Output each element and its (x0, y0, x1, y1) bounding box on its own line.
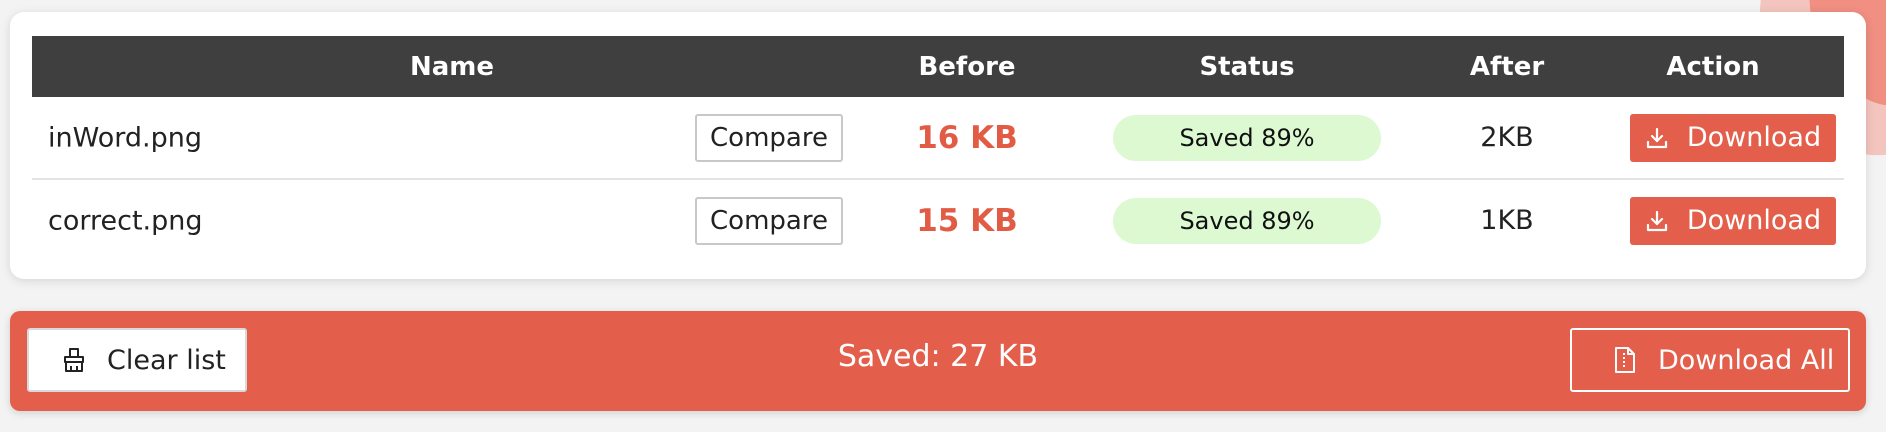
header-status: Status (1199, 51, 1295, 82)
download-button-label: Download (1686, 205, 1822, 236)
before-size: 16 KB (916, 119, 1018, 156)
after-size: 2KB (1480, 122, 1534, 153)
before-cell: 15 KB (872, 178, 1062, 261)
after-size: 1KB (1480, 205, 1534, 236)
summary-bar: Clear list Saved: 27 KB Download All (10, 311, 1866, 411)
zip-file-icon (1614, 346, 1636, 374)
download-button[interactable]: Download (1630, 113, 1836, 162)
file-name: inWord.png (48, 122, 202, 153)
download-button[interactable]: Download (1630, 196, 1836, 245)
header-name: Name (409, 51, 495, 82)
status-cell: Saved 89% (1062, 178, 1432, 261)
after-cell: 1KB (1432, 178, 1582, 261)
after-cell: 2KB (1432, 97, 1582, 179)
download-icon (1645, 126, 1669, 150)
status-badge: Saved 89% (1113, 197, 1381, 244)
before-size: 15 KB (916, 202, 1018, 239)
status-cell: Saved 89% (1062, 97, 1432, 179)
file-cell: inWord.png Compare (32, 97, 872, 179)
download-icon (1645, 209, 1669, 233)
file-cell: correct.png Compare (32, 178, 872, 261)
table-row: inWord.png Compare 16 KB Saved 89% 2KB D… (32, 97, 1844, 179)
header-before: Before (918, 51, 1016, 82)
action-cell: Download (1582, 97, 1844, 179)
results-card: Name Before Status After Action inWord.p… (10, 12, 1866, 279)
table-header-row: Name Before Status After Action (32, 36, 1844, 97)
file-name: correct.png (48, 205, 203, 236)
download-button-label: Download (1686, 122, 1822, 153)
download-all-label: Download All (1658, 344, 1835, 376)
action-cell: Download (1582, 178, 1844, 261)
results-table: Name Before Status After Action inWord.p… (32, 36, 1844, 261)
before-cell: 16 KB (872, 97, 1062, 179)
compare-button[interactable]: Compare (695, 196, 843, 245)
header-after: After (1469, 51, 1545, 82)
header-action: Action (1666, 51, 1760, 82)
compare-button[interactable]: Compare (695, 113, 843, 162)
table-row: correct.png Compare 15 KB Saved 89% 1KB (32, 178, 1844, 261)
status-badge: Saved 89% (1113, 114, 1381, 161)
download-all-button[interactable]: Download All (1570, 328, 1850, 392)
